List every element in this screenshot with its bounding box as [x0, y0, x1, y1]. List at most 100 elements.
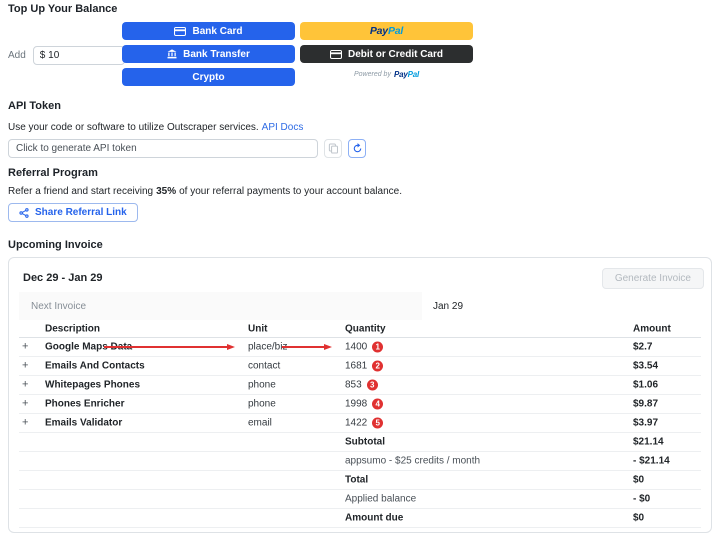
- column-unit: Unit: [248, 323, 268, 334]
- row-quantity: 1998 4: [345, 398, 384, 410]
- paypal-column: PayPal Debit or Credit Card Powered by P…: [300, 22, 473, 79]
- summary-row: Amount due $0: [19, 509, 701, 528]
- referral-text: Refer a friend and start receiving 35% of …: [8, 186, 402, 197]
- paypal-logo-small: PayPal: [393, 70, 420, 79]
- row-unit: email: [248, 417, 272, 429]
- annotation-number-badge: 1: [372, 341, 384, 353]
- refresh-icon: [352, 143, 363, 154]
- api-token-row: [8, 139, 712, 158]
- api-token-input[interactable]: [8, 139, 318, 158]
- summary-row: Subtotal $21.14: [19, 433, 701, 452]
- topup-title: Top Up Your Balance: [8, 3, 118, 15]
- card-icon: [174, 26, 187, 36]
- expand-row-button[interactable]: +: [22, 379, 28, 391]
- row-description: Whitepages Phones: [45, 379, 141, 391]
- summary-amount: - $21.14: [633, 455, 670, 467]
- debit-credit-card-label: Debit or Credit Card: [347, 48, 443, 60]
- expand-row-button[interactable]: +: [22, 360, 28, 372]
- share-referral-link-button[interactable]: Share Referral Link: [8, 203, 138, 222]
- annotation-number-badge: 5: [372, 417, 384, 429]
- table-row: + Google Maps Data place/biz 1400 1 $2.7: [19, 338, 701, 357]
- annotation-number-badge: 2: [372, 360, 384, 372]
- invoice-table: Description Unit Quantity Amount + Google…: [19, 320, 701, 528]
- upcoming-invoice-title: Upcoming Invoice: [8, 239, 103, 251]
- summary-amount: $21.14: [633, 436, 664, 448]
- row-quantity: 1400 1: [345, 341, 384, 353]
- summary-row: Applied balance - $0: [19, 490, 701, 509]
- row-description: Emails Validator: [45, 417, 123, 429]
- topup-amount-input[interactable]: [32, 46, 125, 65]
- summary-row: Total $0: [19, 471, 701, 490]
- expand-row-button[interactable]: +: [22, 341, 28, 353]
- paypal-logo: PayPal: [369, 25, 404, 37]
- referral-title: Referral Program: [8, 167, 98, 179]
- column-amount: Amount: [633, 323, 671, 334]
- summary-label: Total: [345, 474, 369, 486]
- bank-transfer-label: Bank Transfer: [183, 48, 250, 60]
- annotation-arrow: [104, 346, 228, 348]
- annotation-number-badge: 3: [366, 379, 378, 391]
- summary-amount: $0: [633, 512, 645, 524]
- topup-section: Top Up Your Balance Add Bank Card Bank T…: [8, 3, 712, 88]
- api-token-section: API Token Use your code or software to u…: [8, 100, 712, 158]
- invoice-card-header: Dec 29 - Jan 29 Generate Invoice: [9, 258, 711, 292]
- api-token-description: Use your code or software to utilize Out…: [8, 122, 304, 133]
- row-description: Phones Enricher: [45, 398, 125, 410]
- next-invoice-label-cell: Next Invoice: [19, 292, 422, 320]
- share-referral-link-label: Share Referral Link: [35, 207, 127, 218]
- row-unit: phone: [248, 379, 276, 391]
- bank-icon: [167, 49, 177, 59]
- table-row: + Phones Enricher phone 1998 4 $9.87: [19, 395, 701, 414]
- row-description: Emails And Contacts: [45, 360, 145, 372]
- expand-row-button[interactable]: +: [22, 398, 28, 410]
- row-amount: $9.87: [633, 398, 659, 410]
- annotation-number-badge: 4: [372, 398, 384, 410]
- summary-label: Applied balance: [345, 493, 417, 505]
- api-docs-link[interactable]: API Docs: [262, 122, 304, 133]
- referral-section: Referral Program Refer a friend and star…: [8, 167, 712, 222]
- powered-by-paypal: Powered by PayPal: [353, 70, 420, 79]
- topup-body: Add Bank Card Bank Transfer Crypto: [8, 16, 712, 88]
- bank-transfer-button[interactable]: Bank Transfer: [122, 45, 295, 63]
- next-invoice-date-cell: Jan 29: [433, 300, 464, 312]
- share-icon: [19, 207, 29, 218]
- table-row: + Emails And Contacts contact 1681 2 $3.54: [19, 357, 701, 376]
- table-row: + Emails Validator email 1422 5 $3.97: [19, 414, 701, 433]
- summary-label: Amount due: [345, 512, 404, 524]
- row-quantity: 853 3: [345, 379, 378, 391]
- payment-methods-column: Bank Card Bank Transfer Crypto: [122, 22, 295, 86]
- upcoming-invoice-section: Upcoming Invoice Dec 29 - Jan 29 Generat…: [8, 239, 712, 533]
- invoice-items: + Google Maps Data place/biz 1400 1 $2.7 + Emai…: [19, 338, 701, 433]
- summary-amount: - $0: [633, 493, 651, 505]
- bank-card-label: Bank Card: [192, 25, 243, 37]
- row-amount: $2.7: [633, 341, 653, 353]
- crypto-button[interactable]: Crypto: [122, 68, 295, 86]
- copy-icon: [328, 143, 339, 154]
- referral-percent: 35%: [156, 186, 177, 197]
- generate-invoice-button[interactable]: Generate Invoice: [601, 267, 704, 289]
- summary-label: Subtotal: [345, 436, 385, 448]
- column-quantity: Quantity: [345, 323, 386, 334]
- copy-token-button[interactable]: [324, 139, 342, 158]
- summary-row: appsumo - $25 credits / month - $21.14: [19, 452, 701, 471]
- row-unit: contact: [248, 360, 281, 372]
- row-unit: phone: [248, 398, 276, 410]
- row-amount: $1.06: [633, 379, 659, 391]
- annotation-arrow: [282, 346, 325, 348]
- summary-label: appsumo - $25 credits / month: [345, 455, 481, 467]
- paypal-button[interactable]: PayPal: [300, 22, 473, 40]
- debit-credit-card-button[interactable]: Debit or Credit Card: [300, 45, 473, 63]
- row-quantity: 1681 2: [345, 360, 384, 372]
- add-amount-group: Add: [8, 46, 125, 65]
- bank-card-button[interactable]: Bank Card: [122, 22, 295, 40]
- regenerate-token-button[interactable]: [348, 139, 366, 158]
- card-icon: [329, 49, 342, 59]
- row-amount: $3.97: [633, 417, 659, 429]
- expand-row-button[interactable]: +: [22, 417, 28, 429]
- crypto-label: Crypto: [192, 71, 225, 83]
- invoice-summary: Subtotal $21.14 appsumo - $25 credits / mo…: [19, 433, 701, 528]
- summary-amount: $0: [633, 474, 645, 486]
- invoice-period: Dec 29 - Jan 29: [23, 272, 103, 284]
- next-invoice-row: Next Invoice Jan 29: [19, 292, 701, 320]
- add-label: Add: [8, 50, 26, 61]
